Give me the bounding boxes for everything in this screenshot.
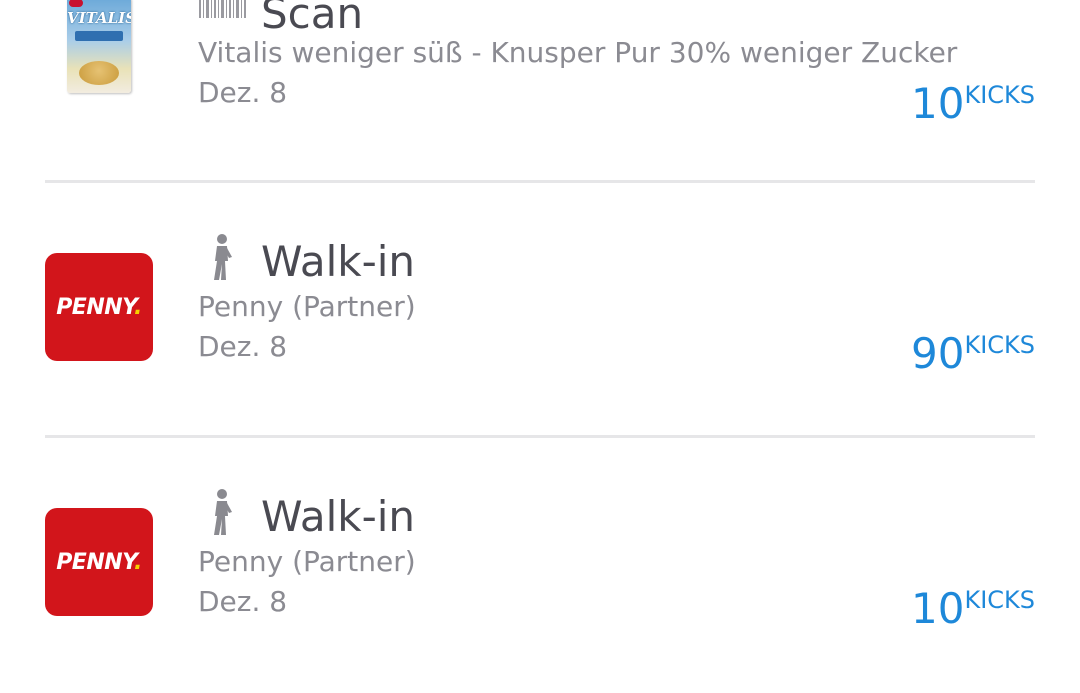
penny-store-logo: PENNY. [45, 508, 153, 616]
activity-type-label: Scan [261, 0, 364, 38]
activity-date: Dez. 8 [198, 76, 288, 109]
kicks-reward: 90 KICKS [911, 333, 1035, 375]
cereal-box-image: VITALIS [67, 0, 131, 93]
package-band [75, 31, 123, 41]
activity-description: Penny (Partner) [198, 290, 416, 323]
activity-item-scan[interactable]: VITALIS Scan Vitalis weniger süß - Knusp… [0, 0, 1080, 200]
kicks-unit: KICKS [964, 586, 1035, 614]
penny-store-logo: PENNY. [45, 253, 153, 361]
activity-description: Vitalis weniger süß - Knusper Pur 30% we… [198, 36, 958, 69]
kicks-value: 10 [911, 79, 965, 128]
kicks-unit: KICKS [964, 331, 1035, 359]
cereal-bowl-graphic [79, 61, 119, 85]
kicks-value: 90 [911, 329, 965, 378]
product-thumbnail: VITALIS [45, 0, 153, 103]
walking-person-icon [214, 234, 232, 280]
kicks-unit: KICKS [964, 81, 1035, 109]
product-brand-text: VITALIS [67, 9, 131, 27]
barcode-icon [198, 0, 246, 18]
activity-type-label: Walk-in [261, 492, 416, 541]
penny-brand-text: PENNY [56, 549, 134, 575]
activity-item-walk-in[interactable]: PENNY. Walk-in Penny (Partner) Dez. 8 90… [0, 183, 1080, 438]
activity-type-label: Walk-in [261, 237, 416, 286]
penny-brand-dot: . [133, 549, 142, 575]
activity-description: Penny (Partner) [198, 545, 416, 578]
penny-logo-text: PENNY. [56, 550, 142, 575]
activity-date: Dez. 8 [198, 585, 288, 618]
penny-brand-dot: . [133, 294, 142, 320]
brand-logo-icon [69, 0, 83, 7]
penny-brand-text: PENNY [56, 294, 134, 320]
penny-logo-text: PENNY. [56, 295, 142, 320]
walking-person-icon [214, 489, 232, 535]
kicks-reward: 10 KICKS [911, 83, 1035, 125]
activity-date: Dez. 8 [198, 330, 288, 363]
activity-item-walk-in[interactable]: PENNY. Walk-in Penny (Partner) Dez. 8 10… [0, 438, 1080, 693]
